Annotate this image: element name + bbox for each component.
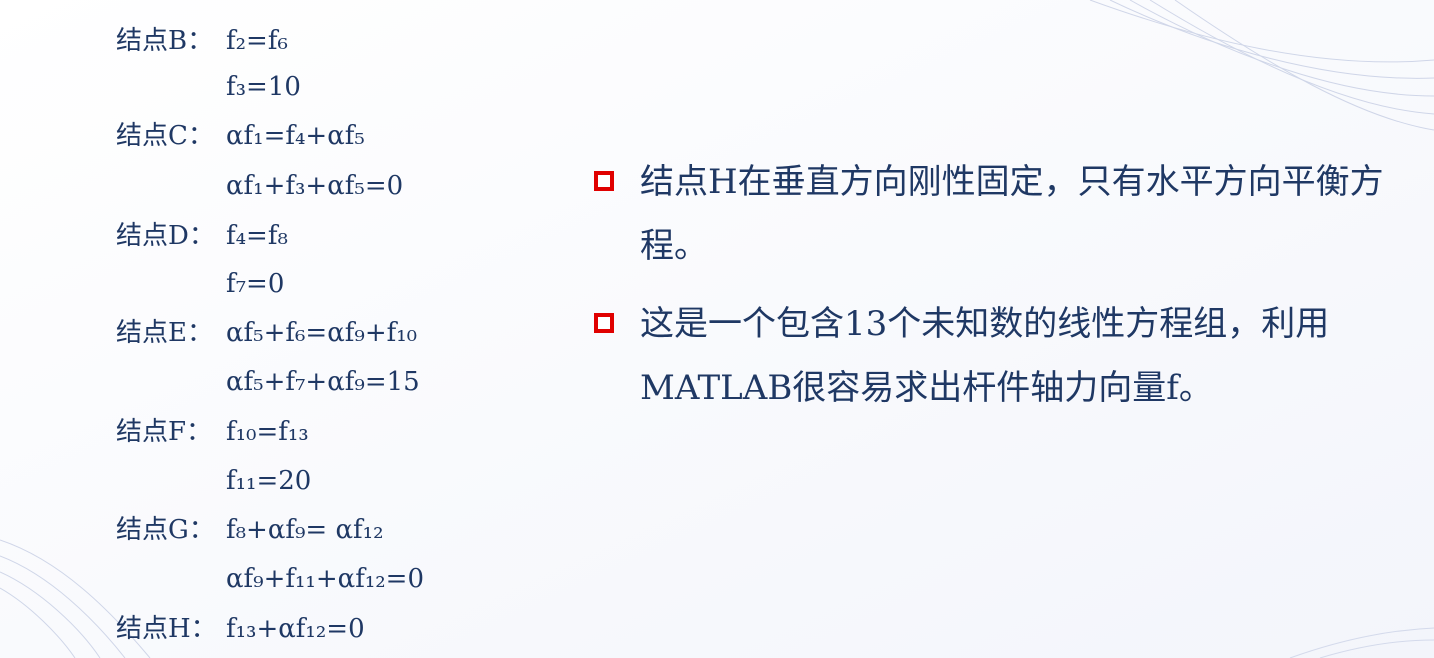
equation-expression: αf₁=f₄+αf₅ xyxy=(226,121,365,151)
node-label: 结点G： xyxy=(116,515,215,545)
explanation-bullets: 结点H在垂直方向刚性固定，只有水平方向平衡方程。 这是一个包含13个未知数的线性… xyxy=(590,150,1410,434)
equation-row: f₇=0 xyxy=(116,262,284,306)
equation-row: f₃=10 xyxy=(116,65,301,109)
node-label: 结点B： xyxy=(116,26,214,56)
equation-row: αf₁+f₃+αf₅=0 xyxy=(116,164,403,208)
equation-row: f₁₁=20 xyxy=(116,459,311,503)
equation-row: 结点B： f₂=f₆ xyxy=(116,19,288,63)
node-label: 结点E： xyxy=(116,318,213,348)
equation-expression: f₁₁=20 xyxy=(226,466,312,496)
equation-expression: f₃=10 xyxy=(226,72,301,102)
equation-row: 结点C： αf₁=f₄+αf₅ xyxy=(116,114,365,158)
node-label: 结点C： xyxy=(116,121,214,151)
equation-row: αf₅+f₇+αf₉=15 xyxy=(116,360,420,404)
equation-expression: f₂=f₆ xyxy=(226,26,288,56)
equation-expression: f₄=f₈ xyxy=(226,221,288,251)
equation-expression: f₈+αf₉= αf₁₂ xyxy=(226,515,384,545)
equation-expression: f₁₃+αf₁₂=0 xyxy=(226,614,365,644)
bullet-text: 这是一个包含13个未知数的线性方程组，利用MATLAB很容易求出杆件轴力向量f。 xyxy=(640,304,1330,408)
node-label: 结点F： xyxy=(116,417,213,447)
equation-row: 结点H： f₁₃+αf₁₂=0 xyxy=(116,607,365,651)
equation-expression: f₁₀=f₁₃ xyxy=(226,417,309,447)
equation-expression: αf₁+f₃+αf₅=0 xyxy=(226,171,404,201)
bullet-text: 结点H在垂直方向刚性固定，只有水平方向平衡方程。 xyxy=(640,162,1384,266)
hollow-square-bullet-icon xyxy=(594,313,614,333)
equation-row: 结点F： f₁₀=f₁₃ xyxy=(116,410,309,454)
equation-expression: αf₅+f₆=αf₉+f₁₀ xyxy=(226,318,418,348)
bullet-item: 这是一个包含13个未知数的线性方程组，利用MATLAB很容易求出杆件轴力向量f。 xyxy=(590,292,1410,420)
equation-expression: αf₉+f₁₁+αf₁₂=0 xyxy=(226,564,424,594)
equation-row: 结点G： f₈+αf₉= αf₁₂ xyxy=(116,508,384,552)
equation-row: αf₉+f₁₁+αf₁₂=0 xyxy=(116,557,424,601)
node-label: 结点D： xyxy=(116,221,215,251)
hollow-square-bullet-icon xyxy=(594,171,614,191)
equation-row: 结点D： f₄=f₈ xyxy=(116,214,288,258)
equation-expression: αf₅+f₇+αf₉=15 xyxy=(226,367,420,397)
equation-expression: f₇=0 xyxy=(226,269,285,299)
bullet-item: 结点H在垂直方向刚性固定，只有水平方向平衡方程。 xyxy=(590,150,1410,278)
equation-row: 结点E： αf₅+f₆=αf₉+f₁₀ xyxy=(116,311,417,355)
node-label: 结点H： xyxy=(116,614,217,644)
